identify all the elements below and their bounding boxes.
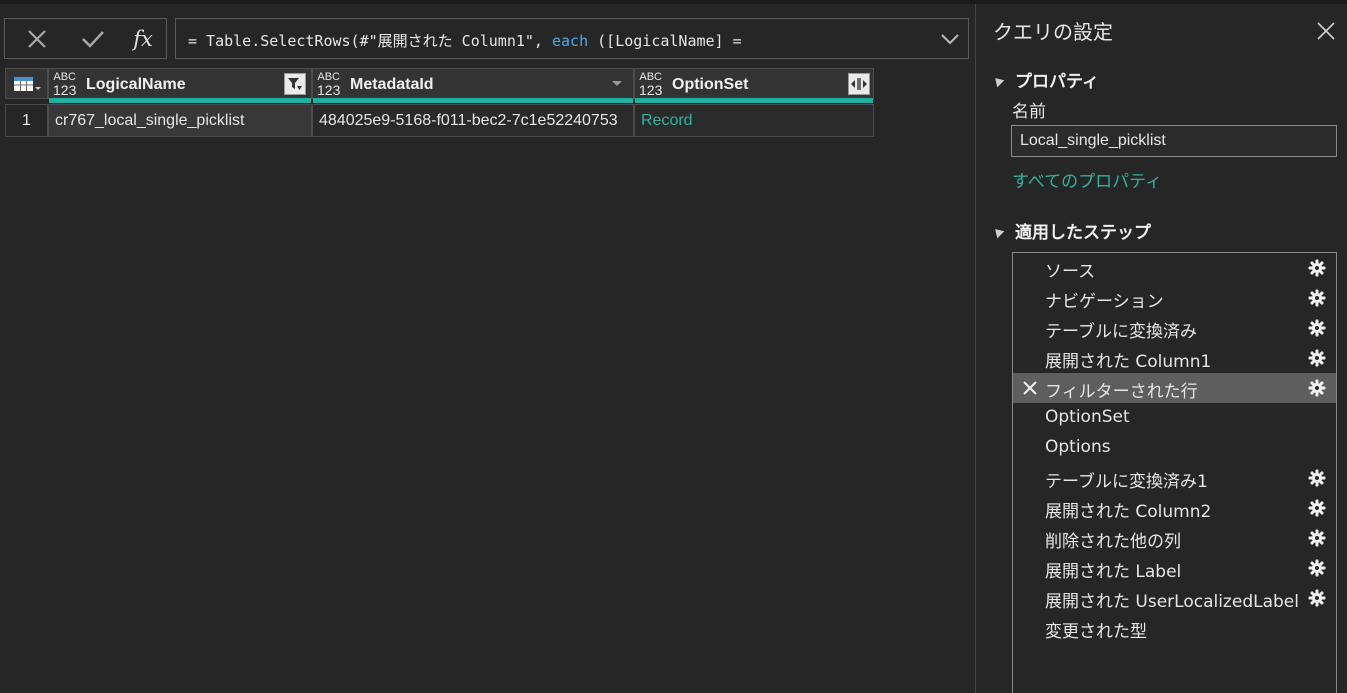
step-label: フィルターされた行 <box>1045 382 1198 402</box>
step-label: ナビゲーション <box>1045 292 1164 312</box>
collapse-triangle-icon <box>991 225 1005 239</box>
applied-step[interactable]: テーブルに変換済み1 <box>1013 463 1336 493</box>
gear-icon[interactable] <box>1308 499 1326 517</box>
table-cell[interactable]: 484025e9-5168-f011-bec2-7c1e52240753 <box>312 104 634 137</box>
table-menu-button[interactable] <box>5 68 48 99</box>
formula-part: ([LogicalName] = <box>588 32 742 50</box>
applied-step[interactable]: フィルターされた行 <box>1013 373 1336 403</box>
gear-icon[interactable] <box>1308 289 1326 307</box>
type-any-icon: ABC 123 <box>317 71 341 98</box>
close-pane-button[interactable] <box>1313 18 1339 44</box>
close-icon <box>1317 22 1335 40</box>
expand-column-button[interactable] <box>848 73 870 95</box>
formula-keyword: each <box>552 32 589 50</box>
step-label: ソース <box>1045 262 1096 282</box>
confirm-button[interactable] <box>73 19 113 58</box>
close-icon <box>28 29 46 48</box>
fx-button[interactable]: fx <box>125 19 161 58</box>
column-name: OptionSet <box>672 76 749 93</box>
filter-button[interactable] <box>284 73 306 95</box>
cancel-button[interactable] <box>17 19 57 58</box>
type-any-icon: ABC 123 <box>639 71 663 98</box>
gear-icon[interactable] <box>1308 379 1326 397</box>
gear-icon[interactable] <box>1308 259 1326 277</box>
section-title: プロパティ <box>1015 72 1099 92</box>
pane-divider <box>975 4 976 693</box>
column-header-optionset[interactable]: ABC 123 OptionSet <box>634 68 874 103</box>
applied-step[interactable]: テーブルに変換済み <box>1013 313 1336 343</box>
top-strip <box>0 0 1347 4</box>
name-label: 名前 <box>1012 102 1046 122</box>
formula-buttons: fx <box>4 18 167 59</box>
fx-icon: fx <box>133 26 153 51</box>
column-name: MetadataId <box>350 76 434 93</box>
step-label: 展開された Column2 <box>1045 502 1212 522</box>
checkmark-icon <box>82 30 104 48</box>
gear-icon[interactable] <box>1308 529 1326 547</box>
applied-step[interactable]: Options <box>1013 433 1336 463</box>
step-label: テーブルに変換済み <box>1045 322 1197 342</box>
record-link[interactable]: Record <box>634 104 874 137</box>
formula-text[interactable]: = Table.SelectRows(#"展開された Column1", eac… <box>188 30 742 51</box>
properties-section-header[interactable]: プロパティ <box>991 67 1099 92</box>
column-quality-bar <box>49 98 311 103</box>
pane-title: クエリの設定 <box>993 20 1113 44</box>
table-cell[interactable]: cr767_local_single_picklist <box>48 104 312 137</box>
applied-step[interactable]: 削除された他の列 <box>1013 523 1336 553</box>
column-quality-bar <box>635 98 873 103</box>
applied-step[interactable]: 展開された Column1 <box>1013 343 1336 373</box>
applied-step[interactable]: 展開された Column2 <box>1013 493 1336 523</box>
step-label: 展開された Label <box>1045 562 1182 582</box>
step-label: Options <box>1045 437 1111 457</box>
applied-step[interactable]: 展開された Label <box>1013 553 1336 583</box>
filter-icon <box>288 78 302 90</box>
step-label: OptionSet <box>1045 407 1130 427</box>
column-header-metadataid[interactable]: ABC 123 MetadataId <box>312 68 634 103</box>
gear-icon[interactable] <box>1308 349 1326 367</box>
applied-step[interactable]: ソース <box>1013 253 1336 283</box>
gear-icon[interactable] <box>1308 559 1326 577</box>
applied-step[interactable]: ナビゲーション <box>1013 283 1336 313</box>
step-label: 削除された他の列 <box>1045 532 1181 552</box>
applied-step[interactable]: OptionSet <box>1013 403 1336 433</box>
gear-icon[interactable] <box>1308 589 1326 607</box>
expand-column-icon <box>851 78 867 90</box>
step-label: 展開された UserLocalizedLabel <box>1045 592 1299 612</box>
column-name: LogicalName <box>86 76 186 93</box>
chevron-down-icon <box>941 33 959 44</box>
table-icon <box>14 77 41 91</box>
applied-step[interactable]: 展開された UserLocalizedLabel <box>1013 583 1336 613</box>
collapse-triangle-icon <box>991 74 1005 88</box>
applied-step[interactable]: 変更された型 <box>1013 613 1336 643</box>
column-quality-bar <box>313 98 633 103</box>
delete-step-icon[interactable] <box>1022 380 1038 396</box>
type-any-icon: ABC 123 <box>53 71 77 98</box>
query-name-input[interactable] <box>1011 125 1337 157</box>
formula-bar[interactable]: = Table.SelectRows(#"展開された Column1", eac… <box>175 18 969 59</box>
step-label: 変更された型 <box>1045 622 1147 642</box>
applied-steps-section-header[interactable]: 適用したステップ <box>991 218 1151 243</box>
formula-expand-button[interactable] <box>932 19 968 58</box>
section-title: 適用したステップ <box>1015 223 1151 243</box>
step-label: テーブルに変換済み1 <box>1045 472 1208 492</box>
row-number[interactable]: 1 <box>5 104 48 137</box>
column-dropdown-button[interactable] <box>606 73 628 95</box>
gear-icon[interactable] <box>1308 469 1326 487</box>
formula-part: = Table.SelectRows(#"展開された Column1", <box>188 32 552 50</box>
applied-steps-list: ソースナビゲーションテーブルに変換済み 展開された Column1 フィルターされた… <box>1012 252 1337 693</box>
step-label: 展開された Column1 <box>1045 352 1212 372</box>
gear-icon[interactable] <box>1308 319 1326 337</box>
column-header-logicalname[interactable]: ABC 123 LogicalName <box>48 68 312 103</box>
all-properties-link[interactable]: すべてのプロパティ <box>1012 167 1162 192</box>
chevron-down-icon <box>612 81 622 86</box>
